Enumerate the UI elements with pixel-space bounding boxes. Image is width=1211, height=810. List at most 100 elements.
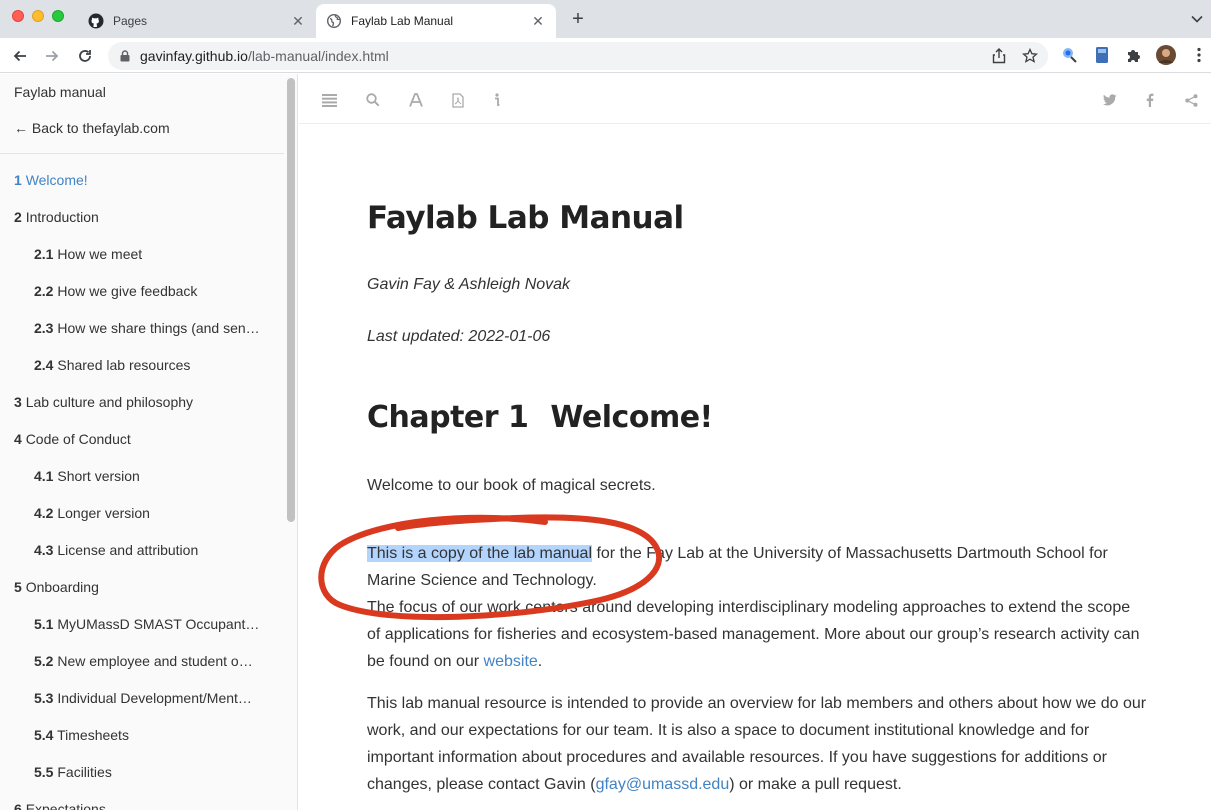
sidebar-item-number: 4.3 <box>34 542 54 558</box>
sidebar-item[interactable]: 5 Onboarding <box>14 579 274 595</box>
more-vert-icon[interactable] <box>1189 45 1209 65</box>
sidebar-item-label: Welcome! <box>25 172 88 188</box>
twitter-icon[interactable] <box>1102 92 1118 108</box>
pdf-icon[interactable] <box>450 92 466 108</box>
welcome-paragraph: Welcome to our book of magical secrets. <box>367 477 656 494</box>
share-icon[interactable] <box>992 48 1006 67</box>
intro-paragraph: This is a copy of the lab manual for the… <box>367 540 1147 675</box>
sidebar-item[interactable]: 2.4 Shared lab resources <box>34 357 268 373</box>
sidebar-item-number: 2 <box>14 209 22 225</box>
purpose-paragraph: This lab manual resource is intended to … <box>367 690 1147 798</box>
browser-tab-pages[interactable]: Pages ✕ <box>78 4 316 38</box>
sidebar-item-number: 2.1 <box>34 246 54 262</box>
sidebar-item-number: 5.4 <box>34 727 54 743</box>
sidebar-item[interactable]: 5.5 Facilities <box>34 764 268 780</box>
sidebar-item-label: Short version <box>57 468 140 484</box>
reload-icon[interactable] <box>73 44 97 68</box>
close-window-button[interactable] <box>12 10 24 22</box>
sidebar-item-label: How we share things (and sen… <box>57 320 260 336</box>
minimize-window-button[interactable] <box>32 10 44 22</box>
browser-tab-bar: Pages ✕ Faylab Lab Manual ✕ + <box>0 0 1211 38</box>
sidebar-item[interactable]: 2 Introduction <box>14 209 274 225</box>
sidebar-item[interactable]: 4 Code of Conduct <box>14 431 274 447</box>
search-icon[interactable] <box>365 92 381 108</box>
sidebar-item[interactable]: 2.1 How we meet <box>34 246 268 262</box>
sidebar-item-label: Expectations <box>25 801 106 810</box>
purpose-text-end: ) or make a pull request. <box>729 776 902 793</box>
focus-text-end: . <box>537 653 543 670</box>
sidebar-item[interactable]: 5.4 Timesheets <box>34 727 268 743</box>
facebook-icon[interactable] <box>1142 92 1158 108</box>
sidebar-item-label: Onboarding <box>25 579 99 595</box>
chapter-heading: Chapter 1 Welcome! <box>367 400 713 435</box>
sidebar-item-number: 5.1 <box>34 616 54 632</box>
sidebar-divider <box>0 153 284 154</box>
toggle-sidebar-icon[interactable] <box>321 92 337 108</box>
sidebar-item-label: New employee and student o… <box>57 653 253 669</box>
sidebar-item[interactable]: 2.3 How we share things (and sen… <box>34 320 268 336</box>
sidebar-item-label: Individual Development/Ment… <box>57 690 252 706</box>
sidebar-item-number: 5 <box>14 579 22 595</box>
sidebar-item-label: Shared lab resources <box>57 357 191 373</box>
sidebar-item[interactable]: 2.2 How we give feedback <box>34 283 268 299</box>
sidebar-item-label: How we give feedback <box>57 283 198 299</box>
sidebar-item-number: 6 <box>14 801 22 810</box>
sidebar-item-number: 5.2 <box>34 653 54 669</box>
extension-icon[interactable] <box>1060 45 1080 65</box>
sidebar-item[interactable]: 5.2 New employee and student o… <box>34 653 268 669</box>
sidebar-item-number: 2.2 <box>34 283 54 299</box>
sidebar-item[interactable]: 4.1 Short version <box>34 468 268 484</box>
close-tab-icon[interactable]: ✕ <box>290 13 306 30</box>
bookmark-star-icon[interactable] <box>1021 47 1039 67</box>
address-bar[interactable]: gavinfay.github.io/lab-manual/index.html <box>108 42 1048 70</box>
sidebar-item[interactable]: 6 Expectations <box>14 801 274 810</box>
tab-title: Faylab Lab Manual <box>351 14 454 28</box>
github-icon <box>88 13 104 29</box>
sidebar-item-number: 2.4 <box>34 357 54 373</box>
sidebar-item[interactable]: 4.2 Longer version <box>34 505 268 521</box>
globe-icon <box>326 13 342 29</box>
back-link[interactable]: ← Back to thefaylab.com <box>14 120 274 136</box>
chevron-down-icon[interactable] <box>1190 12 1204 26</box>
info-icon[interactable] <box>489 92 505 108</box>
url-host: gavinfay.github.io <box>140 48 248 64</box>
sidebar-item-label: License and attribution <box>57 542 199 558</box>
selected-text: This is a copy of the lab manual <box>367 545 593 562</box>
email-link[interactable]: gfay@umassd.edu <box>596 776 730 793</box>
author-line: Gavin Fay & Ashleigh Novak <box>367 276 571 293</box>
tab-title: Pages <box>113 14 148 28</box>
sidebar-title[interactable]: Faylab manual <box>14 84 274 100</box>
close-tab-icon[interactable]: ✕ <box>530 13 546 30</box>
sidebar-item-number: 2.3 <box>34 320 54 336</box>
sidebar-item-number: 1 <box>14 172 22 188</box>
sidebar-item[interactable]: 4.3 License and attribution <box>34 542 268 558</box>
sidebar-item[interactable]: 5.1 MyUMassD SMAST Occupant… <box>34 616 268 632</box>
website-link[interactable]: website <box>484 653 538 670</box>
sidebar-item[interactable]: 3 Lab culture and philosophy <box>14 394 274 410</box>
font-settings-icon[interactable] <box>408 92 424 108</box>
sidebar-item-label: Code of Conduct <box>25 431 131 447</box>
back-arrow-icon[interactable] <box>8 44 32 68</box>
last-updated: Last updated: 2022-01-06 <box>367 328 551 345</box>
maximize-window-button[interactable] <box>52 10 64 22</box>
book-extension-icon[interactable] <box>1092 45 1112 65</box>
lock-icon[interactable] <box>120 50 130 62</box>
forward-arrow-icon[interactable] <box>40 44 64 68</box>
share-icon[interactable] <box>1183 92 1199 108</box>
browser-tab-faylab[interactable]: Faylab Lab Manual ✕ <box>316 4 556 38</box>
sidebar-item-number: 4.2 <box>34 505 54 521</box>
profile-avatar[interactable] <box>1156 45 1176 65</box>
sidebar-item-label: MyUMassD SMAST Occupant… <box>57 616 260 632</box>
book-toolbar <box>299 74 1211 124</box>
sidebar-item-number: 4 <box>14 431 22 447</box>
new-tab-icon[interactable]: + <box>568 8 588 31</box>
sidebar-item-number: 4.1 <box>34 468 54 484</box>
sidebar-item-number: 3 <box>14 394 22 410</box>
sidebar-item[interactable]: 1 Welcome! <box>14 172 274 188</box>
sidebar-item[interactable]: 5.3 Individual Development/Ment… <box>34 690 268 706</box>
sidebar-scrollbar-thumb[interactable] <box>287 78 295 522</box>
puzzle-icon[interactable] <box>1124 45 1144 65</box>
sidebar-item-label: Introduction <box>25 209 99 225</box>
chapter-title: Welcome! <box>550 400 713 435</box>
book-sidebar: Faylab manual ← Back to thefaylab.com 1 … <box>0 74 298 810</box>
